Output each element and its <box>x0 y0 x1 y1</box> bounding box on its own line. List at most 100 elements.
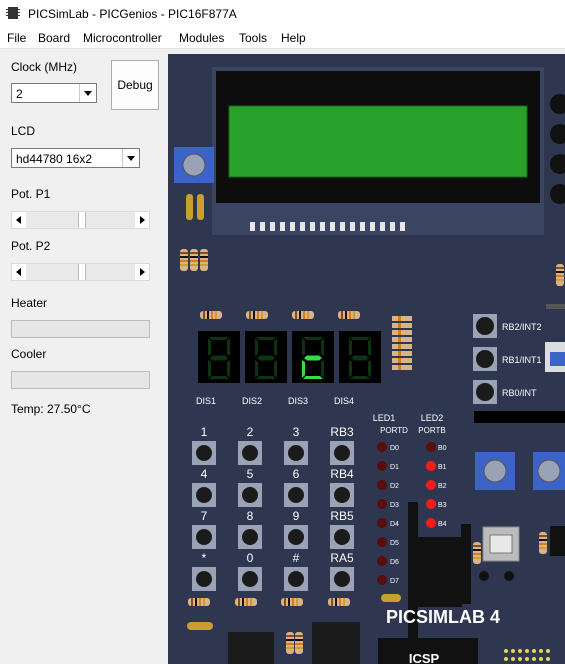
resistor-icon <box>286 632 294 654</box>
led-pin-label: D2 <box>390 483 399 490</box>
keypad-key[interactable] <box>192 483 216 507</box>
pot2-slider[interactable] <box>11 263 150 281</box>
keypad-key[interactable] <box>192 567 216 591</box>
menu-help[interactable]: Help <box>281 31 306 45</box>
resistor-band <box>296 598 298 606</box>
trimmer-knob[interactable] <box>483 459 507 483</box>
keypad-key[interactable] <box>238 483 262 507</box>
title-bar: PICSimLab - PICGenios - PIC16F877A <box>0 0 565 28</box>
led-icon <box>377 537 387 547</box>
resistor-band <box>341 311 343 319</box>
header-strip <box>461 524 471 604</box>
keypad-key[interactable] <box>238 567 262 591</box>
resistor-band <box>539 547 547 549</box>
segment-b <box>274 338 277 356</box>
crystal-icon <box>197 194 204 220</box>
keypad-key[interactable] <box>330 441 354 465</box>
keypad-key[interactable] <box>284 441 308 465</box>
chevron-down-icon[interactable] <box>122 149 139 167</box>
chevron-down-icon[interactable] <box>79 84 96 102</box>
pot1-slider[interactable] <box>11 211 150 229</box>
segment-a <box>350 337 370 340</box>
keypad-label: 7 <box>201 509 208 523</box>
keypad-key[interactable] <box>284 525 308 549</box>
keypad-key[interactable] <box>192 525 216 549</box>
push-button[interactable]: RB0/INT <box>473 380 537 404</box>
menu-tools[interactable]: Tools <box>239 31 267 45</box>
heater-bar <box>11 320 150 338</box>
segment-g <box>210 355 228 361</box>
clock-label: Clock (MHz) <box>11 60 77 74</box>
lcd-pin <box>270 222 275 231</box>
resistor-net-band <box>398 337 401 342</box>
board-brand: PICSIMLAB 4 <box>386 607 500 627</box>
buzzer-icon <box>550 154 565 174</box>
keypad-label: 0 <box>247 551 254 565</box>
scroll-left-icon[interactable] <box>12 212 26 228</box>
segment-e <box>349 360 352 378</box>
clock-select[interactable]: 2 <box>11 83 97 103</box>
header-pins <box>504 649 550 661</box>
keypad-key[interactable] <box>238 441 262 465</box>
menu-file[interactable]: File <box>7 31 26 45</box>
keypad-key[interactable] <box>284 483 308 507</box>
push-button[interactable]: RB1/INT1 <box>473 347 542 371</box>
resistor-net-band <box>398 316 401 321</box>
menu-microcontroller[interactable]: Microcontroller <box>83 31 162 45</box>
resistor-net-band <box>398 323 401 328</box>
dip-switch-lever[interactable] <box>550 352 565 366</box>
pot2-thumb[interactable] <box>77 264 86 280</box>
resistor-band <box>190 260 198 262</box>
lcd-pin <box>310 222 315 231</box>
button-cap <box>476 350 494 368</box>
resistor-band <box>257 311 259 319</box>
push-button[interactable]: RB2/INT2 <box>473 314 542 338</box>
key-cap <box>242 529 258 545</box>
menu-board[interactable]: Board <box>38 31 70 45</box>
segment-b <box>321 338 324 356</box>
cooler-bar <box>11 371 150 389</box>
scroll-right-icon[interactable] <box>135 264 149 280</box>
regulator-icon <box>312 622 360 664</box>
led1-port: PORTD <box>380 426 408 435</box>
chip-icon <box>408 537 462 607</box>
debug-button[interactable]: Debug <box>111 60 159 110</box>
resistor-band <box>295 639 303 641</box>
resistor-band <box>339 598 341 606</box>
resistor-band <box>286 643 294 645</box>
pot1-thumb[interactable] <box>77 212 86 228</box>
pot2-label: Pot. P2 <box>11 239 51 253</box>
resistor-icon <box>190 249 198 271</box>
menu-modules[interactable]: Modules <box>179 31 224 45</box>
clock-value: 2 <box>16 87 23 101</box>
display-labels: DIS1 DIS2 DIS3 DIS4 <box>196 396 354 406</box>
segment-c <box>368 360 371 378</box>
keypad-key[interactable] <box>192 441 216 465</box>
scroll-left-icon[interactable] <box>12 264 26 280</box>
pin-dot <box>546 657 550 661</box>
pot-knob[interactable] <box>182 153 206 177</box>
display-label: DIS4 <box>334 396 354 406</box>
resistor-band <box>303 311 305 319</box>
led-pin-label: D4 <box>390 521 399 528</box>
resistor-band <box>211 311 213 319</box>
keypad-key[interactable] <box>238 525 262 549</box>
keypad-label: 2 <box>247 425 254 439</box>
hole-icon <box>479 571 489 581</box>
lcd-pin <box>250 222 255 231</box>
resistor-band <box>190 256 198 258</box>
led1-title: LED1 <box>373 413 396 423</box>
trimmer-knob[interactable] <box>537 459 561 483</box>
connector-strip <box>546 304 565 309</box>
segment-b <box>227 338 230 356</box>
keypad-key[interactable] <box>330 567 354 591</box>
keypad-label: RA5 <box>330 551 354 565</box>
segment-g <box>304 355 322 361</box>
scroll-right-icon[interactable] <box>135 212 149 228</box>
keypad-key[interactable] <box>330 483 354 507</box>
keypad-key[interactable] <box>284 567 308 591</box>
keypad-key[interactable] <box>330 525 354 549</box>
resistor-band <box>295 643 303 645</box>
lcd-select[interactable]: hd44780 16x2 <box>11 148 140 168</box>
resistor-band <box>295 635 303 637</box>
